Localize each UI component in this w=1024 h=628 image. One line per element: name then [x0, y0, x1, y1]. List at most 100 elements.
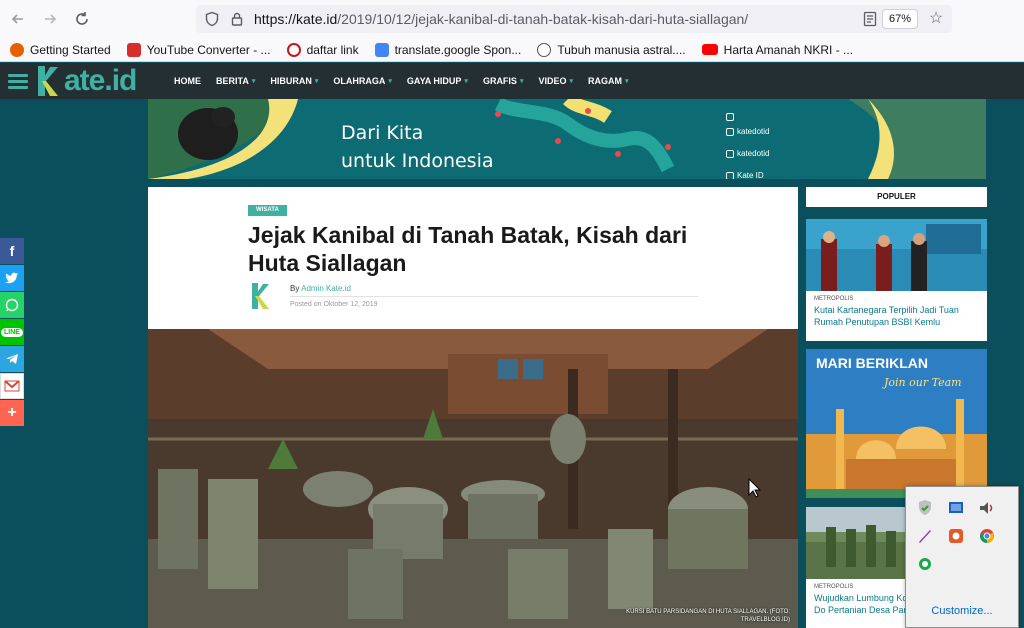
back-arrow-icon[interactable] [4, 5, 32, 33]
zoom-level-button[interactable]: 67% [881, 9, 918, 29]
reload-icon[interactable] [68, 5, 96, 33]
bookmark-harta-amanah[interactable]: Harta Amanah NKRI - ... [701, 42, 854, 57]
menu-home[interactable]: HOME [174, 76, 201, 86]
hamburger-menu-icon[interactable] [8, 71, 28, 91]
tagline-line-2: untuk Indonesia [341, 150, 494, 172]
social-item[interactable] [726, 113, 769, 121]
forward-arrow-icon[interactable] [36, 5, 64, 33]
twitter-share-button[interactable] [0, 265, 24, 291]
banner-artwork [148, 99, 986, 179]
pen-icon[interactable] [916, 527, 934, 545]
bookmark-label: daftar link [306, 42, 359, 57]
twitter-icon [726, 150, 734, 158]
banner-tagline: Dari Kita untuk Indonesia [341, 119, 494, 175]
menu-video[interactable]: VIDEO ▾ [538, 76, 573, 86]
facebook-icon: f [9, 243, 15, 259]
author-link[interactable]: Admin Kate.id [301, 284, 351, 293]
social-icon [726, 113, 734, 121]
instagram-icon [726, 128, 734, 136]
gmail-icon [4, 380, 20, 392]
header-banner[interactable]: Dari Kita untuk Indonesia katedotid kate… [148, 99, 986, 179]
ad-headline: MARI BERIKLAN [816, 355, 928, 371]
bookmark-label: Tubuh manusia astral.... [557, 42, 686, 57]
author-avatar[interactable] [250, 281, 274, 311]
mosque-artwork [806, 349, 987, 498]
twitter-icon [5, 272, 18, 284]
main-menu: HOME BERITA ▾ HIBURAN ▾ OLAHRAGA ▾ GAYA HID… [174, 63, 644, 99]
chrome-icon[interactable] [978, 527, 996, 545]
tray-icons [916, 499, 1008, 573]
url-bar[interactable]: https://kate.id/2019/10/12/jejak-kanibal… [196, 5, 952, 33]
event-photo [806, 219, 987, 291]
chevron-down-icon: ▾ [388, 78, 392, 85]
photo-caption: KURSI BATU PARSIDANGAN DI HUTA SIALLAGAN… [626, 608, 790, 624]
whatsapp-icon [5, 298, 19, 312]
menu-label: HOME [174, 76, 201, 86]
post-date: Posted on Oktober 12, 2019 [290, 301, 378, 308]
category-tag[interactable]: WISATA [248, 205, 287, 216]
system-tray-overflow: Customize... [905, 486, 1019, 628]
line-share-button[interactable]: LINE [0, 319, 24, 345]
url-text[interactable]: https://kate.id/2019/10/12/jejak-kanibal… [254, 11, 748, 27]
network-icon[interactable] [947, 499, 965, 517]
menu-olahraga[interactable]: OLAHRAGA ▾ [333, 76, 392, 86]
social-label: Kate ID [737, 171, 764, 179]
popular-category[interactable]: METROPOLIS [814, 296, 979, 302]
chevron-down-icon: ▾ [519, 78, 524, 85]
shield-check-icon[interactable] [916, 499, 934, 517]
more-icon: + [7, 404, 17, 421]
menu-berita[interactable]: BERITA ▾ [216, 76, 255, 86]
whatsapp-share-button[interactable] [0, 292, 24, 318]
logo-text: ate.id [64, 64, 137, 97]
bookmark-label: Harta Amanah NKRI - ... [723, 42, 854, 57]
social-item[interactable]: Kate ID [726, 165, 769, 179]
advertise-banner[interactable]: MARI BERIKLAN Join our Team [806, 349, 987, 498]
site-logo[interactable]: ate.id [36, 63, 137, 99]
site-navigation: ate.id HOME BERITA ▾ HIBURAN ▾ OLAHRAGA ▾ G… [0, 63, 1024, 99]
bookmark-youtube-converter[interactable]: YouTube Converter - ... [126, 42, 271, 57]
social-label: katedotid [737, 127, 770, 136]
line-icon: LINE [1, 327, 23, 337]
bookmark-label: translate.google Spon... [394, 42, 522, 57]
translate-icon [374, 42, 389, 57]
bookmark-label: YouTube Converter - ... [146, 42, 271, 57]
popular-item[interactable]: METROPOLIS Kutai Kartanegara Terpilih Ja… [806, 219, 987, 341]
shield-icon[interactable] [204, 11, 220, 27]
youtube-icon [701, 44, 718, 55]
reader-view-icon[interactable] [862, 11, 878, 27]
menu-gaya-hidup[interactable]: GAYA HIDUP ▾ [407, 76, 468, 86]
bookmark-translate-google[interactable]: translate.google Spon... [374, 42, 522, 57]
mouse-cursor [748, 478, 762, 498]
facebook-share-button[interactable]: f [0, 238, 24, 264]
menu-ragam[interactable]: RAGAM ▾ [588, 76, 629, 86]
article-title: Jejak Kanibal di Tanah Batak, Kisah dari… [248, 222, 688, 276]
volume-icon[interactable] [978, 499, 996, 517]
firefox-icon [10, 42, 24, 57]
share-bar: f LINE + [0, 238, 24, 427]
popular-header: POPULER [806, 187, 987, 207]
popular-title[interactable]: Kutai Kartanegara Terpilih Jadi Tuan Rum… [814, 304, 979, 328]
bookmarks-bar: Getting Started YouTube Converter - ... … [0, 38, 1024, 62]
telegram-share-button[interactable] [0, 346, 24, 372]
menu-label: OLAHRAGA [333, 76, 386, 86]
more-share-button[interactable]: + [0, 400, 24, 426]
lock-icon[interactable] [230, 12, 244, 26]
menu-hiburan[interactable]: HIBURAN ▾ [270, 76, 318, 86]
social-item[interactable]: katedotid [726, 143, 769, 165]
download-icon [126, 42, 141, 57]
bookmark-tubuh-manusia[interactable]: Tubuh manusia astral.... [537, 42, 686, 57]
popular-thumbnail[interactable] [806, 219, 987, 291]
camera-icon[interactable] [947, 527, 965, 545]
gmail-share-button[interactable] [0, 373, 24, 399]
menu-grafis[interactable]: GRAFIS ▾ [483, 76, 524, 86]
customize-link[interactable]: Customize... [906, 605, 1018, 617]
stone-chairs-photo [148, 329, 798, 628]
kate-logo-mark [38, 66, 58, 96]
bookmark-daftar-link[interactable]: daftar link [286, 42, 359, 57]
chevron-down-icon: ▾ [314, 78, 319, 85]
sync-icon[interactable] [916, 555, 934, 573]
banner-socials: katedotid katedotid Kate ID [726, 113, 769, 179]
star-icon[interactable]: ☆ [926, 9, 946, 29]
bookmark-getting-started[interactable]: Getting Started [10, 42, 111, 57]
social-item[interactable]: katedotid [726, 121, 769, 143]
